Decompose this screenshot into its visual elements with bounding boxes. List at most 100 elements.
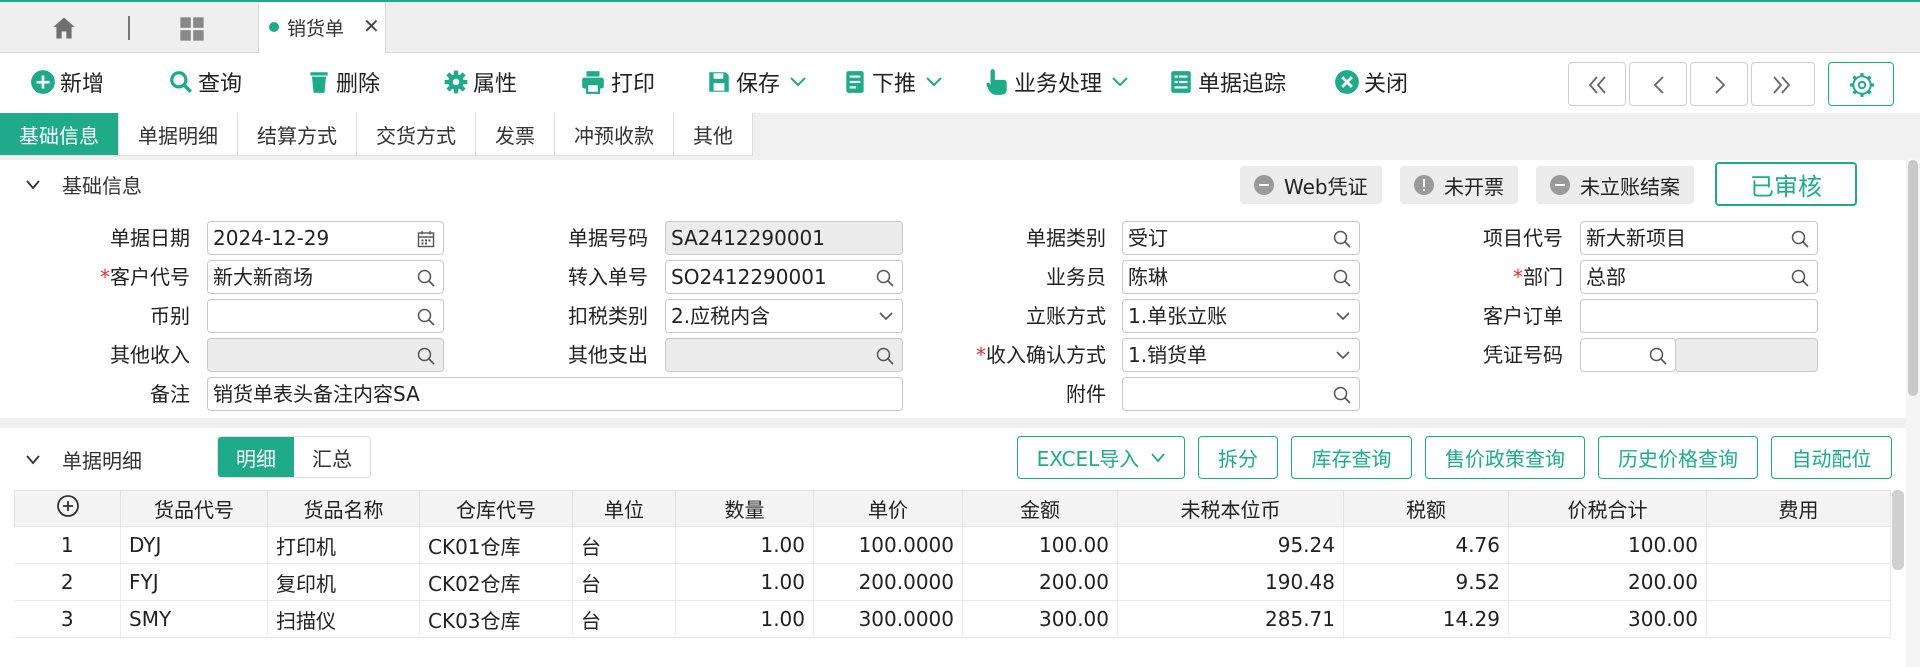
cell-net-amount[interactable]: 285.71 — [1117, 600, 1344, 638]
dept-field[interactable]: 总部 — [1580, 260, 1818, 294]
in-no-field[interactable]: SO2412290001 — [665, 260, 903, 294]
attach-field[interactable] — [1122, 377, 1360, 411]
view-detail-button[interactable]: 明细 — [218, 437, 294, 477]
cell-item-code[interactable]: FYJ — [120, 563, 268, 601]
cell-tax[interactable]: 14.29 — [1343, 600, 1509, 638]
tab-basic-info[interactable]: 基础信息 — [0, 113, 119, 155]
cell-amount[interactable]: 300.00 — [962, 600, 1118, 638]
cell-total[interactable]: 200.00 — [1508, 563, 1707, 601]
table-row[interactable]: 1 DYJ 打印机 CK01仓库 台 1.00 100.0000 100.00 … — [14, 526, 1891, 564]
next-record-button[interactable] — [1690, 62, 1748, 106]
customer-field[interactable]: 新大新商场 — [207, 260, 444, 294]
cell-qty[interactable]: 1.00 — [675, 563, 814, 601]
cell-item-name[interactable]: 打印机 — [267, 526, 420, 564]
first-record-button[interactable] — [1568, 62, 1626, 106]
tab-settlement[interactable]: 结算方式 — [238, 113, 357, 155]
query-button[interactable]: 查询 — [168, 66, 242, 98]
remark-field[interactable]: 销货单表头备注内容SA — [207, 377, 903, 411]
push-down-button[interactable]: 下推 — [842, 66, 946, 98]
apps-grid-icon[interactable] — [178, 15, 206, 43]
tab-other[interactable]: 其他 — [674, 113, 753, 155]
project-field[interactable]: 新大新项目 — [1580, 221, 1818, 255]
col-total[interactable]: 价税合计 — [1508, 490, 1707, 527]
col-fee[interactable]: 费用 — [1706, 490, 1891, 527]
col-tax[interactable]: 税额 — [1343, 490, 1509, 527]
cust-order-field[interactable] — [1580, 299, 1818, 333]
save-button[interactable]: 保存 — [706, 66, 810, 98]
basic-info-header[interactable]: 基础信息 — [26, 170, 142, 199]
auto-allocate-button[interactable]: 自动配位 — [1771, 436, 1892, 479]
settings-button[interactable] — [1828, 62, 1894, 106]
tab-invoice[interactable]: 发票 — [476, 113, 555, 155]
prev-record-button[interactable] — [1629, 62, 1687, 106]
close-tab-icon[interactable]: ✕ — [363, 14, 380, 38]
cell-fee[interactable] — [1706, 526, 1891, 564]
page-scrollbar-thumb[interactable] — [1908, 160, 1918, 396]
split-button[interactable]: 拆分 — [1198, 436, 1278, 479]
price-policy-query-button[interactable]: 售价政策查询 — [1425, 436, 1585, 479]
business-process-button[interactable]: 业务处理 — [984, 66, 1132, 98]
last-record-button[interactable] — [1751, 62, 1815, 106]
cell-tax[interactable]: 4.76 — [1343, 526, 1509, 564]
doc-trace-button[interactable]: 单据追踪 — [1168, 66, 1286, 98]
cell-fee[interactable] — [1706, 563, 1891, 601]
history-price-query-button[interactable]: 历史价格查询 — [1598, 436, 1758, 479]
home-icon[interactable] — [50, 14, 78, 42]
cell-item-name[interactable]: 扫描仪 — [267, 600, 420, 638]
cell-tax[interactable]: 9.52 — [1343, 563, 1509, 601]
plus-circle-icon[interactable] — [56, 494, 80, 518]
tab-doc-detail[interactable]: 单据明细 — [119, 113, 238, 155]
print-button[interactable]: 打印 — [579, 66, 655, 98]
col-net-amount[interactable]: 未税本位币 — [1117, 490, 1344, 527]
col-price[interactable]: 单价 — [813, 490, 963, 527]
cell-warehouse[interactable]: CK01仓库 — [419, 526, 573, 564]
table-row[interactable]: 2 FYJ 复印机 CK02仓库 台 1.00 200.0000 200.00 … — [14, 563, 1891, 601]
col-amount[interactable]: 金额 — [962, 490, 1118, 527]
new-button[interactable]: 新增 — [30, 66, 104, 98]
tax-type-select[interactable]: 2.应税内含 — [665, 299, 903, 333]
cell-warehouse[interactable]: CK02仓库 — [419, 563, 573, 601]
stock-query-button[interactable]: 库存查询 — [1291, 436, 1412, 479]
cell-price[interactable]: 200.0000 — [813, 563, 963, 601]
doc-detail-header[interactable]: 单据明细 — [26, 445, 142, 474]
cell-unit[interactable]: 台 — [572, 563, 676, 601]
cell-item-code[interactable]: DYJ — [120, 526, 268, 564]
cell-price[interactable]: 100.0000 — [813, 526, 963, 564]
doc-type-field[interactable]: 受订 — [1122, 221, 1360, 255]
cell-amount[interactable]: 200.00 — [962, 563, 1118, 601]
cell-net-amount[interactable]: 95.24 — [1117, 526, 1344, 564]
account-way-select[interactable]: 1.单张立账 — [1122, 299, 1360, 333]
cell-total[interactable]: 300.00 — [1508, 600, 1707, 638]
cell-total[interactable]: 100.00 — [1508, 526, 1707, 564]
cell-qty[interactable]: 1.00 — [675, 600, 814, 638]
col-item-name[interactable]: 货品名称 — [267, 490, 420, 527]
col-item-code[interactable]: 货品代号 — [120, 490, 268, 527]
salesman-field[interactable]: 陈琳 — [1122, 260, 1360, 294]
voucher-field[interactable] — [1580, 338, 1676, 372]
col-warehouse[interactable]: 仓库代号 — [419, 490, 573, 527]
cell-item-name[interactable]: 复印机 — [267, 563, 420, 601]
cell-amount[interactable]: 100.00 — [962, 526, 1118, 564]
table-row[interactable]: 3 SMY 扫描仪 CK03仓库 台 1.00 300.0000 300.00 … — [14, 600, 1891, 638]
cell-net-amount[interactable]: 190.48 — [1117, 563, 1344, 601]
col-qty[interactable]: 数量 — [675, 490, 814, 527]
cell-price[interactable]: 300.0000 — [813, 600, 963, 638]
cell-warehouse[interactable]: CK03仓库 — [419, 600, 573, 638]
cell-unit[interactable]: 台 — [572, 526, 676, 564]
delete-button[interactable]: 删除 — [306, 66, 380, 98]
tab-prepayment[interactable]: 冲预收款 — [555, 113, 674, 155]
excel-import-button[interactable]: EXCEL导入 — [1017, 436, 1185, 479]
cell-item-code[interactable]: SMY — [120, 600, 268, 638]
properties-button[interactable]: 属性 — [443, 66, 517, 98]
tab-delivery[interactable]: 交货方式 — [357, 113, 476, 155]
table-scrollbar-thumb[interactable] — [1892, 490, 1904, 570]
page-scrollbar[interactable] — [1906, 158, 1920, 667]
recv-way-select[interactable]: 1.销货单 — [1122, 338, 1360, 372]
col-unit[interactable]: 单位 — [572, 490, 676, 527]
cell-fee[interactable] — [1706, 600, 1891, 638]
currency-field[interactable] — [207, 299, 444, 333]
cell-qty[interactable]: 1.00 — [675, 526, 814, 564]
tab-sales-order[interactable]: 销货单 ✕ — [258, 2, 386, 55]
doc-date-field[interactable]: 2024-12-29 — [207, 221, 444, 255]
add-row-header[interactable] — [14, 490, 121, 527]
